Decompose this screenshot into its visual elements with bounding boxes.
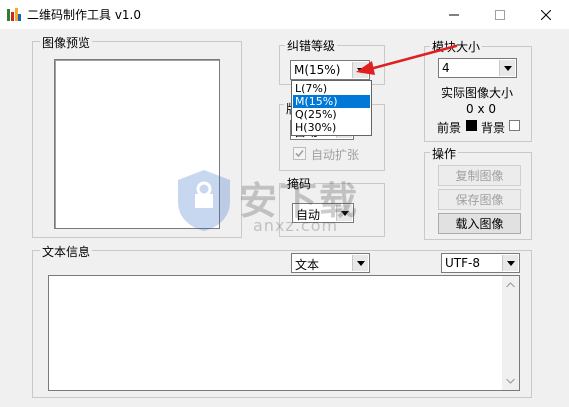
ec-option-h[interactable]: H(30%)	[293, 121, 370, 134]
ec-option-m[interactable]: M(15%)	[293, 95, 370, 108]
preview-group-label: 图像预览	[40, 34, 93, 51]
auto-expand-checkbox[interactable]	[293, 147, 306, 160]
close-button[interactable]	[523, 0, 569, 29]
chevron-down-icon[interactable]	[499, 60, 515, 76]
actual-size-label: 实际图像大小	[441, 86, 514, 100]
error-correction-label: 纠错等级	[285, 37, 338, 54]
encoding-select[interactable]: UTF-8	[441, 253, 520, 273]
chevron-down-icon[interactable]	[352, 62, 368, 78]
load-image-button[interactable]: 载入图像	[438, 213, 521, 234]
save-image-button[interactable]: 保存图像	[438, 189, 521, 210]
operations-label: 操作	[430, 145, 459, 162]
mask-group-label: 掩码	[285, 175, 314, 192]
text-info-label: 文本信息	[40, 243, 93, 260]
scroll-up-icon[interactable]	[502, 278, 519, 292]
module-size-label: 模块大小	[430, 38, 483, 55]
ec-option-l[interactable]: L(7%)	[293, 82, 370, 95]
scroll-down-icon[interactable]	[502, 374, 519, 388]
foreground-label: 前景	[437, 121, 462, 135]
minimize-icon	[449, 14, 459, 15]
mask-select[interactable]: 自动	[292, 203, 354, 223]
text-scrollbar[interactable]	[502, 276, 519, 390]
error-correction-dropdown-list: L(7%) M(15%) Q(25%) H(30%)	[291, 80, 372, 136]
foreground-color-swatch[interactable]	[466, 120, 477, 131]
text-content-area[interactable]	[48, 275, 520, 391]
auto-expand-label: 自动扩张	[311, 148, 360, 162]
text-type-select[interactable]: 文本	[291, 253, 370, 273]
error-correction-value: M(15%)	[294, 63, 341, 77]
maximize-icon	[495, 9, 505, 20]
maximize-button[interactable]	[477, 0, 523, 29]
mask-value: 自动	[296, 208, 321, 222]
encoding-value: UTF-8	[445, 256, 480, 270]
error-correction-select[interactable]: M(15%)	[290, 60, 370, 80]
text-type-value: 文本	[295, 258, 320, 272]
close-icon	[541, 9, 551, 20]
chevron-down-icon[interactable]	[336, 205, 352, 221]
minimize-button[interactable]	[431, 0, 477, 29]
module-size-select[interactable]: 4	[438, 58, 517, 78]
checkmark-icon	[295, 149, 304, 158]
preview-canvas	[54, 59, 220, 229]
chevron-down-icon[interactable]	[352, 255, 368, 271]
chevron-down-icon[interactable]	[502, 255, 518, 271]
ec-option-q[interactable]: Q(25%)	[293, 108, 370, 121]
copy-image-button[interactable]: 复制图像	[438, 165, 521, 186]
window-title: 二维码制作工具 v1.0	[27, 8, 142, 22]
background-color-swatch[interactable]	[509, 120, 520, 131]
background-label: 背景	[481, 121, 506, 135]
app-icon	[6, 7, 22, 23]
module-size-value: 4	[442, 61, 450, 75]
actual-size-value: 0 x 0	[466, 102, 496, 116]
